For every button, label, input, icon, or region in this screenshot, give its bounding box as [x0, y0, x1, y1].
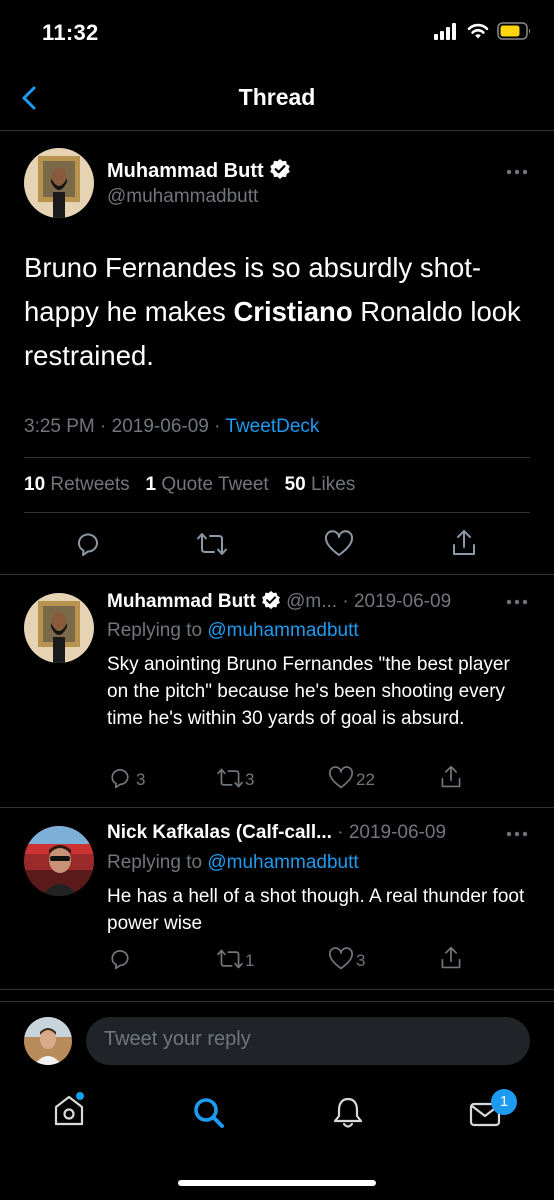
separator: · [214, 416, 221, 437]
page-title: Thread [238, 84, 316, 110]
separator: · [100, 416, 107, 437]
replying-to: Replying to @muhammadbutt [107, 620, 359, 642]
reply-author-name[interactable]: Nick Kafkalas (Calf-call... [107, 822, 332, 843]
more-options-icon[interactable] [505, 598, 529, 606]
author-handle[interactable]: @muhammadbutt [107, 186, 258, 208]
user-avatar[interactable] [24, 1017, 72, 1065]
avatar[interactable] [24, 826, 94, 896]
share-icon[interactable] [439, 945, 463, 971]
retweet-count: 1 [245, 951, 255, 970]
like-heart-icon[interactable] [324, 530, 354, 558]
notification-badge: 1 [491, 1089, 517, 1115]
home-icon[interactable] [52, 1092, 86, 1128]
retweet-count: 3 [245, 770, 255, 789]
share-icon[interactable] [450, 528, 478, 558]
like-count: 3 [356, 951, 366, 970]
quotes-count: 1 [145, 474, 157, 495]
retweet-icon[interactable] [195, 530, 229, 558]
reply-date: · 2019-06-09 [337, 822, 447, 843]
reply-author-name[interactable]: Muhammad Butt [107, 591, 256, 612]
author-name[interactable]: Muhammad Butt [107, 158, 291, 183]
reply-icon[interactable] [74, 530, 102, 558]
like-count: 22 [356, 770, 375, 789]
reply-count: 3 [136, 770, 146, 789]
quotes-stat[interactable]: 1 Quote Tweet [145, 474, 268, 495]
tweet-source-link[interactable]: TweetDeck [225, 416, 319, 437]
retweet-icon[interactable] [215, 947, 245, 971]
divider [24, 512, 530, 513]
share-icon[interactable] [439, 764, 463, 790]
cellular-signal-icon [434, 22, 460, 40]
tweet-text-bold: Cristiano [233, 296, 353, 327]
reply-header: Nick Kafkalas (Calf-call... · 2019-06-09 [107, 822, 446, 844]
author-name-text: Muhammad Butt [107, 160, 264, 182]
reply-icon[interactable] [108, 766, 132, 790]
divider [0, 574, 554, 575]
avatar[interactable] [24, 148, 94, 218]
retweets-count: 10 [24, 474, 46, 495]
like-heart-icon[interactable] [328, 947, 354, 971]
reply-header: Muhammad Butt @m... · 2019-06-09 [107, 590, 451, 613]
replying-to-prefix: Replying to [107, 620, 203, 641]
tweet-time: 3:25 PM [24, 416, 95, 437]
reply-author-handle[interactable]: @m... [286, 591, 337, 612]
more-options-icon[interactable] [505, 830, 529, 838]
replying-to: Replying to @muhammadbutt [107, 852, 359, 874]
wifi-icon [466, 20, 490, 40]
divider [0, 130, 554, 131]
home-indicator[interactable] [178, 1180, 376, 1186]
divider [0, 1001, 554, 1002]
search-icon[interactable] [192, 1096, 226, 1130]
notifications-bell-icon[interactable] [332, 1096, 364, 1130]
replying-to-prefix: Replying to [107, 852, 203, 873]
status-time: 11:32 [42, 20, 99, 45]
verified-badge-icon [269, 158, 291, 180]
more-options-icon[interactable] [505, 168, 529, 176]
battery-icon [497, 22, 533, 40]
likes-label: Likes [310, 474, 356, 495]
verified-badge-icon [261, 590, 281, 610]
tweet-text: Bruno Fernandes is so absurdly shot-happ… [24, 246, 534, 378]
reply-text: He has a hell of a shot though. A real t… [107, 886, 525, 934]
divider [0, 989, 554, 990]
likes-count: 50 [284, 474, 306, 495]
replying-to-handle[interactable]: @muhammadbutt [207, 620, 358, 641]
tweet-stats: 10 Retweets 1 Quote Tweet 50 Likes [24, 474, 355, 496]
tweet-date: 2019-06-09 [111, 416, 209, 437]
retweets-stat[interactable]: 10 Retweets [24, 474, 130, 495]
like-heart-icon[interactable] [328, 766, 354, 790]
quotes-label: Quote Tweet [161, 474, 269, 495]
divider [0, 807, 554, 808]
tweet-timestamp: 3:25 PM · 2019-06-09 · TweetDeck [24, 416, 319, 438]
avatar[interactable] [24, 593, 94, 663]
retweets-label: Retweets [50, 474, 130, 495]
retweet-icon[interactable] [215, 766, 245, 790]
likes-stat[interactable]: 50 Likes [285, 474, 356, 495]
reply-icon[interactable] [108, 947, 132, 971]
reply-text: Sky anointing Bruno Fernandes "the best … [107, 654, 510, 729]
replying-to-handle[interactable]: @muhammadbutt [207, 852, 358, 873]
reply-input-placeholder: Tweet your reply [104, 1028, 251, 1050]
reply-date: · 2019-06-09 [342, 591, 452, 612]
divider [24, 457, 530, 458]
